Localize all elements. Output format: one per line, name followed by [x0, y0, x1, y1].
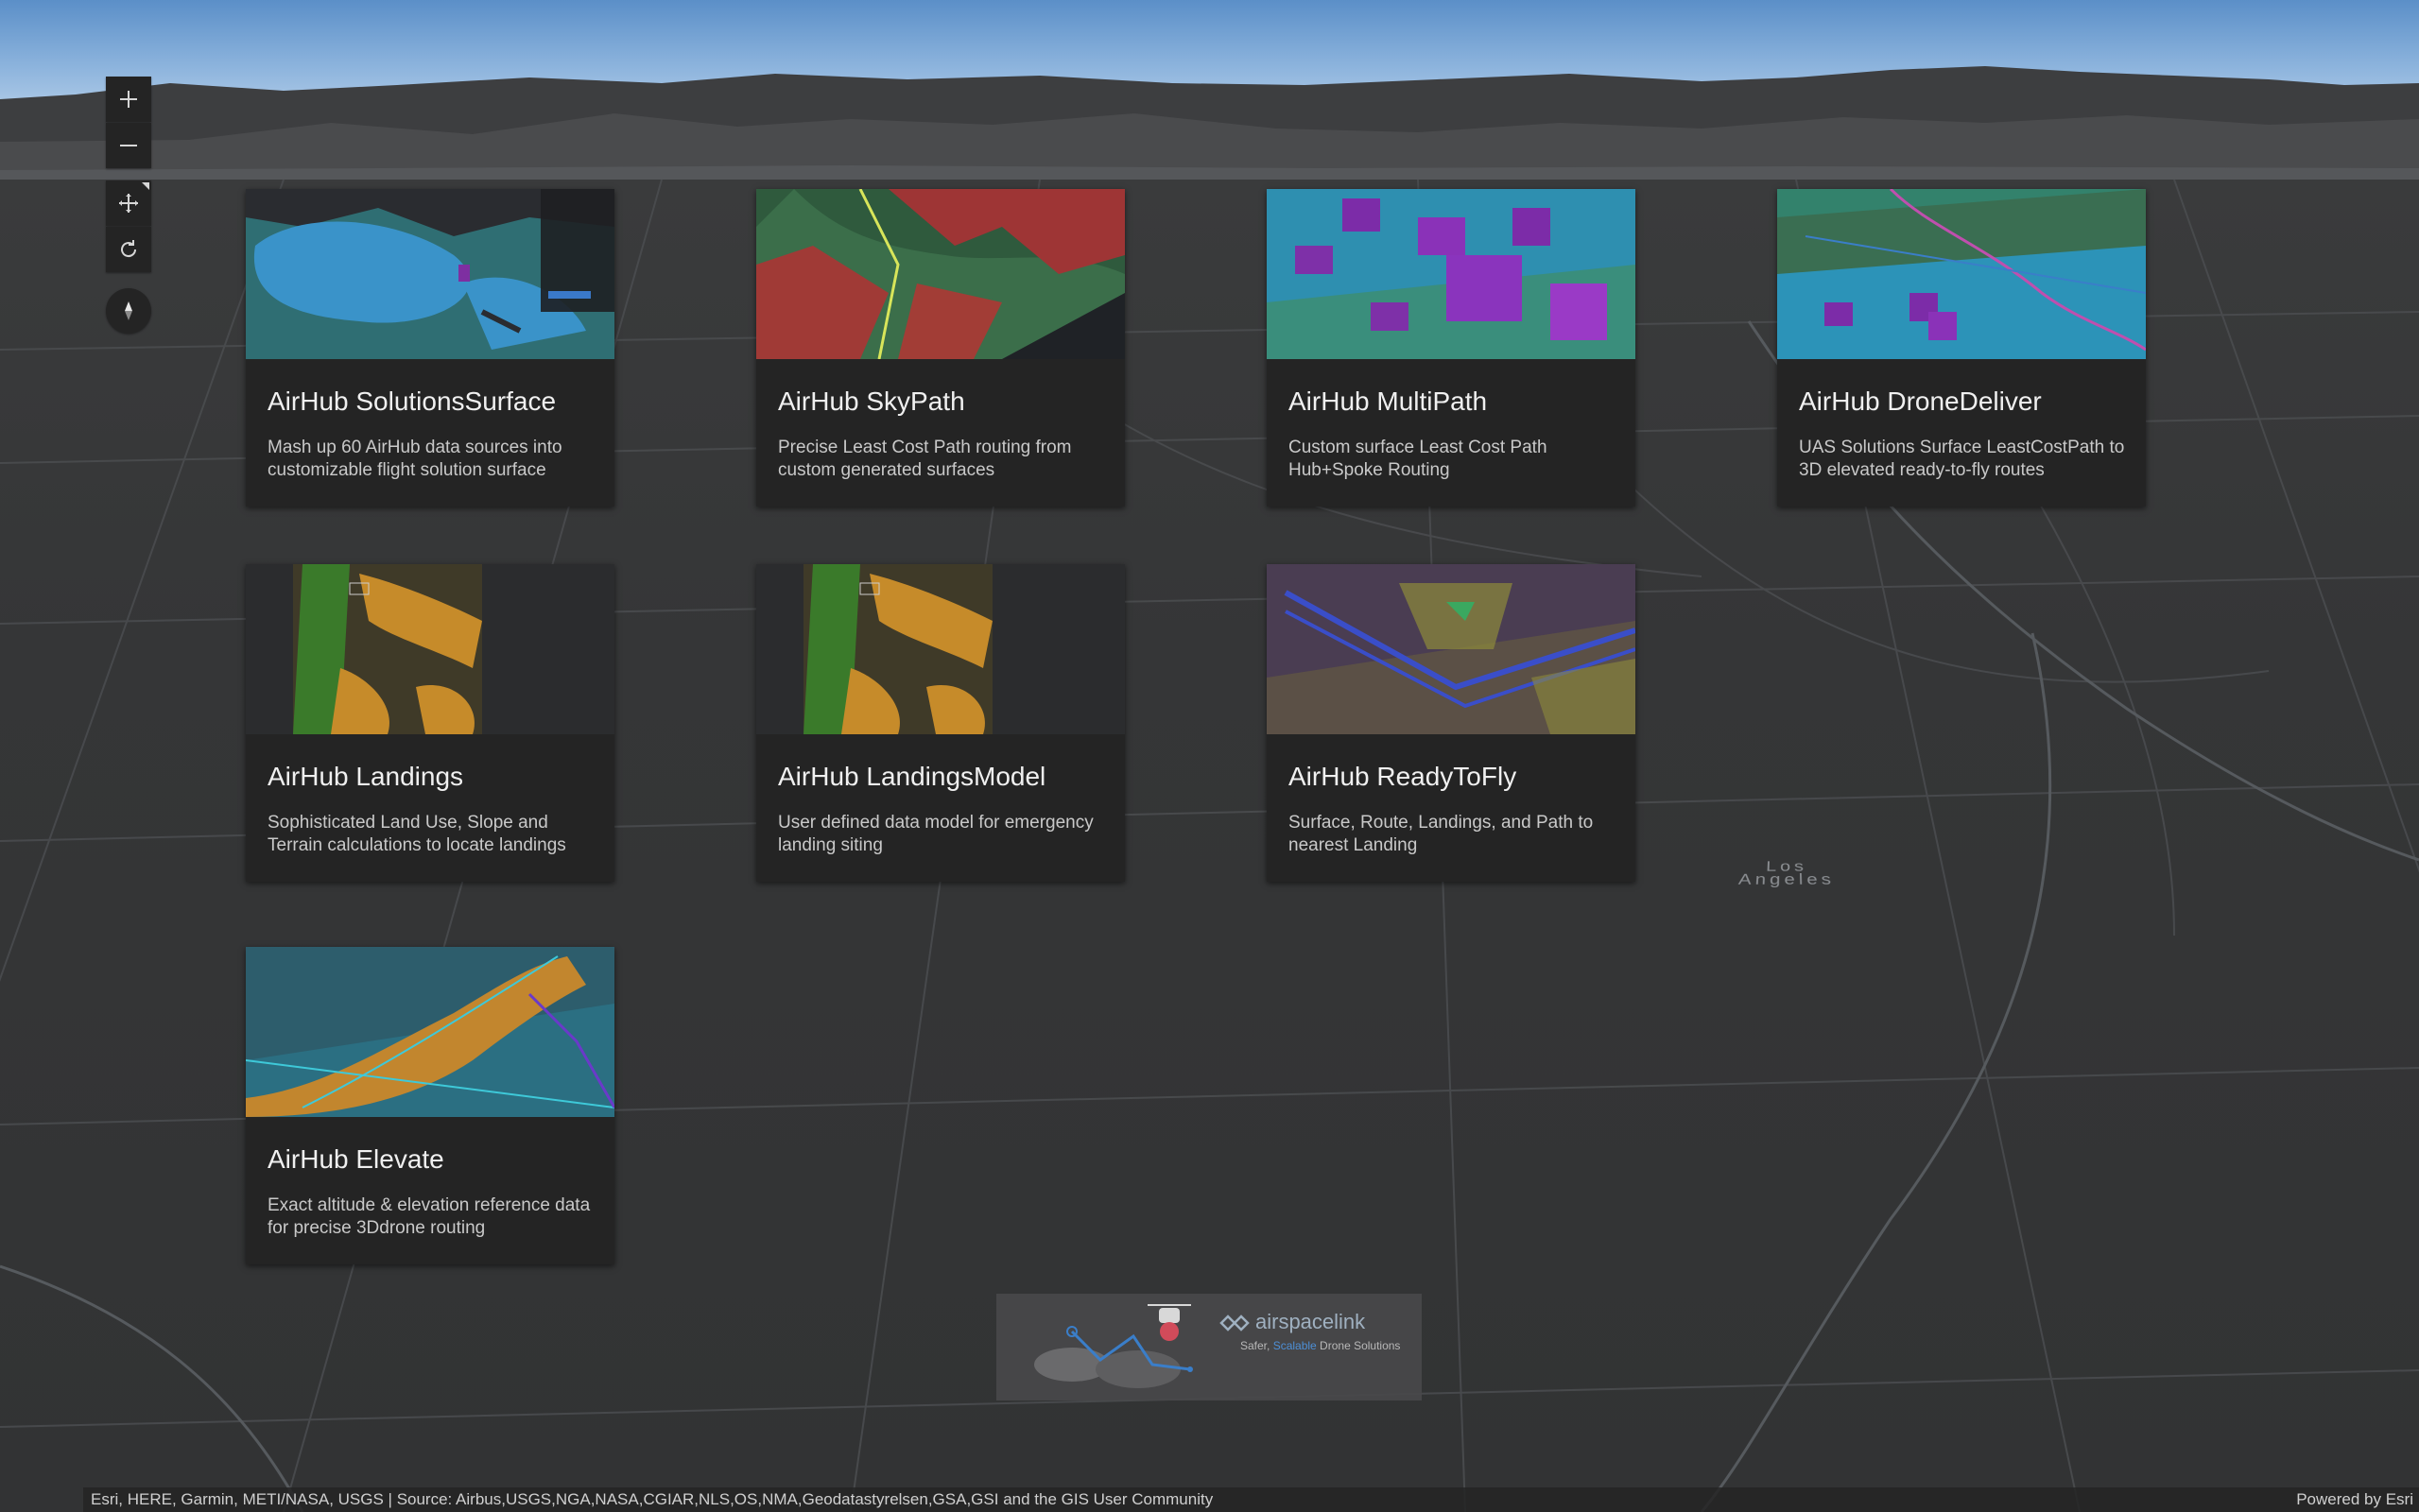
- card-skypath[interactable]: AirHub SkyPath Precise Least Cost Path r…: [756, 189, 1125, 507]
- card-thumbnail: [246, 189, 614, 359]
- card-title: AirHub SolutionsSurface: [268, 387, 557, 416]
- rotate-button[interactable]: [106, 227, 151, 272]
- card-landings-model[interactable]: AirHub LandingsModel User defined data m…: [756, 564, 1125, 882]
- card-multipath[interactable]: AirHub MultiPath Custom surface Least Co…: [1267, 189, 1635, 507]
- card-thumbnail: [246, 564, 614, 734]
- card-thumbnail: [1267, 189, 1635, 359]
- card-description: User defined data model for emergency la…: [778, 813, 1094, 855]
- attribution-text: Esri, HERE, Garmin, METI/NASA, USGS | So…: [91, 1490, 1214, 1508]
- tagline-accent: Scalable: [1272, 1339, 1317, 1352]
- card-title: AirHub ReadyToFly: [1288, 762, 1517, 791]
- pan-button[interactable]: [106, 180, 151, 226]
- card-thumbnail: [756, 189, 1125, 359]
- rotate-icon: [121, 240, 137, 258]
- card-title: AirHub DroneDeliver: [1799, 387, 2042, 416]
- card-description: UAS Solutions Surface LeastCostPath to 3…: [1799, 438, 2125, 480]
- toggle-corner-icon: [142, 182, 149, 190]
- card-title: AirHub MultiPath: [1288, 387, 1488, 416]
- card-dronedeliver[interactable]: AirHub DroneDeliver UAS Solutions Surfac…: [1777, 189, 2146, 507]
- airspacelink-logo-icon: [1219, 1314, 1250, 1332]
- card-description: Exact altitude & elevation reference dat…: [268, 1195, 591, 1238]
- map-attribution[interactable]: Esri, HERE, Garmin, METI/NASA, USGS | So…: [83, 1487, 2419, 1512]
- card-thumbnail: [1777, 189, 2146, 359]
- logo-tagline: Safer, Scalable Drone Solutions: [1240, 1339, 1400, 1352]
- card-thumbnail: [756, 564, 1125, 734]
- map-label-los-angeles: Los Angeles: [1737, 859, 1836, 888]
- card-ready-to-fly[interactable]: AirHub ReadyToFly Surface, Route, Landin…: [1267, 564, 1635, 882]
- card-description: Precise Least Cost Path routing from cus…: [778, 438, 1072, 480]
- card-solutions-surface[interactable]: AirHub SolutionsSurface Mash up 60 AirHu…: [246, 189, 614, 507]
- card-description: Custom surface Least Cost Path Hub+Spoke…: [1288, 438, 1547, 480]
- logo-wordmark: airspacelink: [1255, 1310, 1366, 1333]
- drone-route-illustration: [1034, 1304, 1193, 1388]
- card-thumbnail: [1267, 564, 1635, 734]
- zoom-in-button[interactable]: [106, 77, 151, 122]
- card-title: AirHub Landings: [268, 762, 464, 791]
- mountain-ridge: [0, 66, 2419, 198]
- plus-icon: [120, 91, 137, 108]
- compass-icon: [125, 301, 132, 320]
- card-title: AirHub LandingsModel: [778, 762, 1046, 791]
- card-title: AirHub SkyPath: [778, 387, 965, 416]
- airspacelink-logo: airspacelink Safer, Scalable Drone Solut…: [996, 1294, 1422, 1400]
- tagline-prefix: Safer,: [1240, 1339, 1273, 1352]
- card-description: Surface, Route, Landings, and Path to ne…: [1288, 813, 1594, 855]
- zoom-out-button[interactable]: [106, 123, 151, 168]
- powered-by-esri[interactable]: Powered by Esri: [2296, 1487, 2413, 1512]
- card-thumbnail: [246, 947, 614, 1117]
- card-landings[interactable]: AirHub Landings Sophisticated Land Use, …: [246, 564, 614, 882]
- card-title: AirHub Elevate: [268, 1144, 444, 1174]
- card-description: Sophisticated Land Use, Slope and Terrai…: [268, 813, 566, 855]
- tagline-suffix: Drone Solutions: [1316, 1339, 1401, 1352]
- compass-button[interactable]: [106, 288, 151, 334]
- card-elevate[interactable]: AirHub Elevate Exact altitude & elevatio…: [246, 947, 614, 1264]
- minus-icon: [120, 145, 137, 146]
- card-description: Mash up 60 AirHub data sources into cust…: [268, 438, 562, 480]
- move-icon: [119, 194, 138, 213]
